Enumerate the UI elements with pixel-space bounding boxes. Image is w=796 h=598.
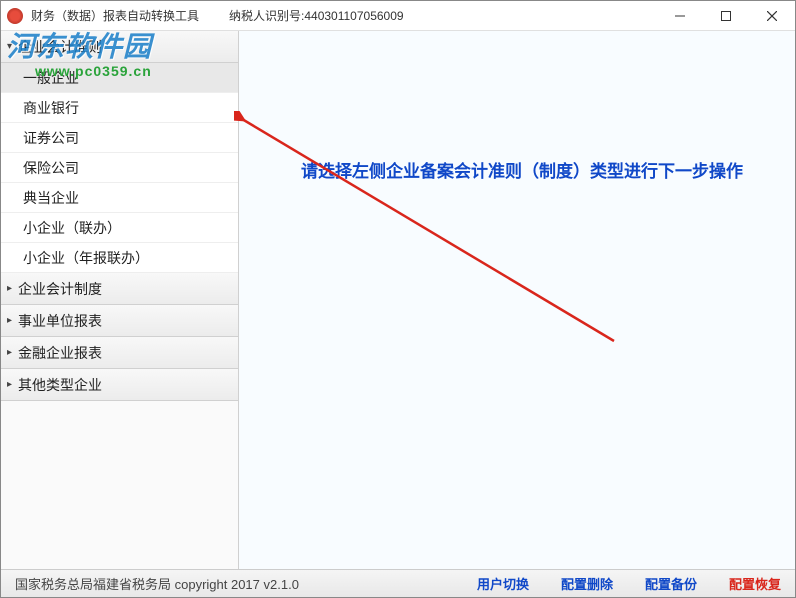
sidebar: ▾ 企业会计准则 一般企业 商业银行 证券公司 保险公司 典当企业 小企业（联办… [1, 31, 239, 570]
accordion-header-other[interactable]: ▸ 其他类型企业 [1, 369, 238, 401]
accordion-header-institution[interactable]: ▸ 事业单位报表 [1, 305, 238, 337]
sidebar-item-securities[interactable]: 证券公司 [1, 123, 238, 153]
main-panel: 请选择左侧企业备案会计准则（制度）类型进行下一步操作 [239, 31, 795, 570]
annotation-arrow-icon [234, 111, 654, 371]
app-icon [7, 8, 23, 24]
accordion-header-rules[interactable]: ▾ 企业会计准则 [1, 31, 238, 63]
sidebar-item-insurance[interactable]: 保险公司 [1, 153, 238, 183]
window-controls [657, 1, 795, 31]
config-delete-link[interactable]: 配置删除 [561, 574, 613, 593]
maximize-button[interactable] [703, 1, 749, 31]
accordion-header-finance[interactable]: ▸ 金融企业报表 [1, 337, 238, 369]
titlebar: 财务（数据）报表自动转换工具 纳税人识别号:440301107056009 [1, 1, 795, 31]
app-title: 财务（数据）报表自动转换工具 [31, 7, 199, 24]
close-button[interactable] [749, 1, 795, 31]
sidebar-item-general[interactable]: 一般企业 [1, 63, 238, 93]
taxpayer-id: 纳税人识别号:440301107056009 [229, 7, 404, 24]
accordion-label: 企业会计制度 [18, 279, 102, 299]
config-restore-link[interactable]: 配置恢复 [729, 574, 781, 593]
caret-right-icon: ▸ [7, 283, 12, 294]
sidebar-item-bank[interactable]: 商业银行 [1, 93, 238, 123]
caret-right-icon: ▸ [7, 315, 12, 326]
minimize-button[interactable] [657, 1, 703, 31]
accordion-label: 企业会计准则 [18, 37, 102, 57]
accordion-label: 事业单位报表 [18, 311, 102, 331]
main-hint-text: 请选择左侧企业备案会计准则（制度）类型进行下一步操作 [269, 157, 775, 182]
accordion-label: 金融企业报表 [18, 343, 102, 363]
sidebar-item-pawn[interactable]: 典当企业 [1, 183, 238, 213]
caret-right-icon: ▸ [7, 347, 12, 358]
accordion-items: 一般企业 商业银行 证券公司 保险公司 典当企业 小企业（联办） 小企业（年报联… [1, 63, 238, 273]
config-backup-link[interactable]: 配置备份 [645, 574, 697, 593]
statusbar: 国家税务总局福建省税务局 copyright 2017 v2.1.0 用户切换 … [1, 569, 795, 597]
accordion-header-system[interactable]: ▸ 企业会计制度 [1, 273, 238, 305]
user-switch-link[interactable]: 用户切换 [477, 574, 529, 593]
accordion-label: 其他类型企业 [18, 375, 102, 395]
caret-down-icon: ▾ [7, 41, 12, 52]
sidebar-item-small-joint[interactable]: 小企业（联办） [1, 213, 238, 243]
copyright-text: 国家税务总局福建省税务局 copyright 2017 v2.1.0 [15, 574, 299, 593]
sidebar-item-small-annual[interactable]: 小企业（年报联办） [1, 243, 238, 273]
caret-right-icon: ▸ [7, 379, 12, 390]
